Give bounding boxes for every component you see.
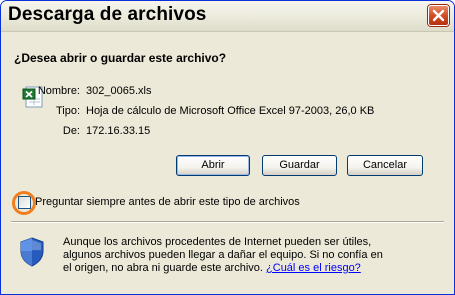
download-dialog: Descarga de archivos ¿Desea abrir o guar… [0, 0, 455, 295]
file-name-label: Nombre: [37, 85, 80, 97]
open-button[interactable]: Abrir [176, 155, 250, 176]
file-source-label: De: [62, 125, 80, 137]
risk-link[interactable]: ¿Cuál es el riesgo? [266, 262, 361, 274]
dialog-question: ¿Desea abrir o guardar este archivo? [14, 51, 227, 65]
warning-line-2: algunos archivos pueden llegar a dañar e… [63, 249, 383, 261]
highlight-circle [12, 191, 36, 215]
shield-icon [20, 237, 44, 267]
close-icon [432, 9, 445, 22]
file-source-value: 172.16.33.15 [86, 125, 151, 137]
window-title: Descarga de archivos [8, 4, 207, 25]
file-type-row: Tipo: Hoja de cálculo de Microsoft Offic… [20, 105, 440, 119]
cancel-button[interactable]: Cancelar [347, 155, 423, 176]
file-source-row: De: 172.16.33.15 [20, 125, 400, 139]
save-button[interactable]: Guardar [262, 155, 337, 176]
separator [11, 221, 444, 223]
always-ask-label[interactable]: Preguntar siempre antes de abrir este ti… [35, 196, 300, 208]
warning-line-3-text: el origen, no abra ni guarde este archiv… [63, 262, 263, 274]
file-name-row: Nombre: 302_0065.xls [20, 85, 400, 99]
warning-line-3: el origen, no abra ni guarde este archiv… [63, 262, 448, 275]
title-bar[interactable]: Descarga de archivos [1, 1, 454, 32]
file-type-label: Tipo: [55, 105, 80, 117]
warning-line-1: Aunque los archivos procedentes de Inter… [63, 236, 372, 248]
close-button[interactable] [428, 5, 449, 26]
dialog-body: ¿Desea abrir o guardar este archivo? Nom… [5, 32, 450, 290]
security-warning: Aunque los archivos procedentes de Inter… [63, 236, 448, 275]
file-name-value: 302_0065.xls [86, 85, 152, 97]
file-type-value: Hoja de cálculo de Microsoft Office Exce… [86, 105, 375, 117]
